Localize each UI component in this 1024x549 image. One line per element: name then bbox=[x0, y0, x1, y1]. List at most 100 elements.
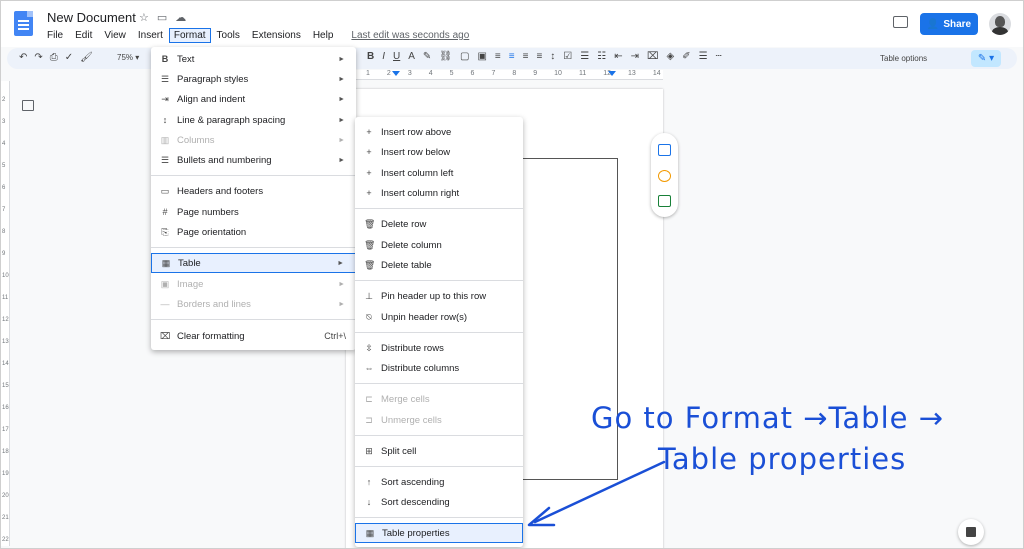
unmerge-cells-icon: ⊐ bbox=[365, 414, 373, 425]
format-menu-item-line-spacing[interactable]: ↕ Line & paragraph spacing ► bbox=[151, 110, 356, 130]
table-menu-item-delete-row[interactable]: 🗑 Delete row bbox=[355, 214, 523, 234]
add-comment-icon[interactable] bbox=[658, 144, 671, 156]
document-outline-icon[interactable] bbox=[22, 100, 34, 111]
justify-icon[interactable]: ≡ bbox=[536, 51, 542, 62]
menu-extensions[interactable]: Extensions bbox=[246, 28, 307, 43]
insert-image-icon[interactable]: ▣ bbox=[477, 51, 486, 62]
format-menu-item-bullets[interactable]: ☰ Bullets and numbering ► bbox=[151, 150, 356, 170]
table-menu-item-distribute-rows[interactable]: ⇳ Distribute rows bbox=[355, 338, 523, 358]
underline-icon[interactable]: U bbox=[393, 51, 400, 62]
menu-view[interactable]: View bbox=[98, 28, 132, 43]
zoom-select[interactable]: 75% ▾ bbox=[117, 53, 139, 62]
ruler-num: 1 bbox=[366, 70, 370, 77]
print-icon[interactable]: ⎙ bbox=[50, 52, 58, 63]
table-menu-item-table-properties[interactable]: ▦ Table properties bbox=[355, 523, 523, 543]
paragraph-icon: ☰ bbox=[160, 73, 170, 84]
menu-edit[interactable]: Edit bbox=[69, 28, 98, 43]
checklist-icon[interactable]: ☑ bbox=[563, 51, 572, 62]
bulleted-list-icon[interactable]: ☰ bbox=[580, 51, 589, 62]
share-button[interactable]: 👤 Share bbox=[920, 13, 978, 35]
align-right-icon[interactable]: ≡ bbox=[523, 51, 529, 62]
annotation-line-1: Go to Format →Table → bbox=[591, 401, 944, 435]
menu-divider bbox=[151, 319, 356, 320]
table-menu-item-insert-row-above[interactable]: + Insert row above bbox=[355, 122, 523, 142]
format-menu-item-table[interactable]: ▦ Table ► bbox=[151, 253, 356, 273]
bold-icon[interactable]: B bbox=[367, 51, 374, 62]
suggest-edits-icon[interactable] bbox=[658, 195, 671, 207]
table-menu-item-sort-ascending[interactable]: ↑ Sort ascending bbox=[355, 472, 523, 492]
format-menu-item-align-indent[interactable]: ⇥ Align and indent ► bbox=[151, 89, 356, 109]
vruler-num: 5 bbox=[2, 163, 6, 169]
menu-insert[interactable]: Insert bbox=[132, 28, 169, 43]
undo-icon[interactable]: ↶ bbox=[19, 52, 27, 63]
move-folder-icon[interactable]: ▭ bbox=[157, 11, 167, 24]
trash-icon: 🗑 bbox=[364, 259, 376, 270]
submenu-arrow-icon: ► bbox=[338, 55, 345, 63]
emoji-reaction-icon[interactable] bbox=[658, 170, 671, 182]
border-color-icon[interactable]: ✐ bbox=[682, 51, 690, 62]
align-center-icon[interactable]: ≡ bbox=[509, 51, 515, 62]
link-icon[interactable]: ⛓ bbox=[439, 51, 452, 62]
submenu-arrow-icon: ► bbox=[338, 95, 345, 103]
format-menu-item-page-orientation[interactable]: ⎘ Page orientation bbox=[151, 222, 356, 242]
indent-marker-left[interactable] bbox=[392, 71, 400, 76]
menu-divider bbox=[355, 332, 523, 333]
border-width-icon[interactable]: ☰ bbox=[699, 51, 708, 62]
menu-item-label: Insert column left bbox=[381, 167, 454, 179]
header: New Document ☆ ▭ ☁ File Edit View Insert… bbox=[1, 1, 1023, 47]
star-icon[interactable]: ☆ bbox=[139, 11, 149, 24]
text-color-icon[interactable]: A bbox=[408, 51, 415, 62]
vruler-num: 19 bbox=[2, 471, 9, 477]
vruler-num: 16 bbox=[2, 405, 9, 411]
increase-indent-icon[interactable]: ⇥ bbox=[631, 51, 639, 62]
highlight-icon[interactable]: ✎ bbox=[423, 51, 431, 62]
menu-tools[interactable]: Tools bbox=[211, 28, 246, 43]
spellcheck-icon[interactable]: ✓ bbox=[65, 52, 73, 63]
italic-icon[interactable]: I bbox=[382, 51, 385, 62]
submenu-arrow-icon: ► bbox=[338, 116, 345, 124]
format-menu-item-headers-footers[interactable]: ▭ Headers and footers bbox=[151, 181, 356, 201]
title-icons: ☆ ▭ ☁ bbox=[139, 11, 186, 24]
table-menu-item-delete-table[interactable]: 🗑 Delete table bbox=[355, 255, 523, 275]
table-menu-item-pin-header[interactable]: ⊥ Pin header up to this row bbox=[355, 286, 523, 306]
last-edit-link[interactable]: Last edit was seconds ago bbox=[345, 28, 475, 43]
paint-format-icon[interactable]: 🖌 bbox=[80, 52, 93, 63]
trash-icon: 🗑 bbox=[364, 239, 376, 250]
table-menu-item-insert-column-right[interactable]: + Insert column right bbox=[355, 183, 523, 203]
table-menu-item-unpin-header[interactable]: ⍉ Unpin header row(s) bbox=[355, 307, 523, 327]
table-menu-item-delete-column[interactable]: 🗑 Delete column bbox=[355, 235, 523, 255]
table-menu-item-insert-row-below[interactable]: + Insert row below bbox=[355, 142, 523, 162]
align-left-icon[interactable]: ≡ bbox=[495, 51, 501, 62]
format-menu-item-text[interactable]: B Text ► bbox=[151, 49, 356, 69]
table-menu-item-split-cell[interactable]: ⊞ Split cell bbox=[355, 441, 523, 461]
explore-button[interactable] bbox=[958, 519, 984, 545]
format-menu-item-paragraph-styles[interactable]: ☰ Paragraph styles ► bbox=[151, 69, 356, 89]
clear-formatting-icon[interactable]: ⌧ bbox=[647, 51, 659, 62]
document-title[interactable]: New Document bbox=[47, 10, 136, 25]
table-menu-item-sort-descending[interactable]: ↓ Sort descending bbox=[355, 492, 523, 512]
indent-marker-right[interactable] bbox=[608, 71, 616, 76]
add-comment-icon[interactable]: ▢ bbox=[460, 51, 469, 62]
redo-icon[interactable]: ↷ bbox=[34, 52, 42, 63]
fill-color-icon[interactable]: ◈ bbox=[667, 51, 675, 62]
format-menu-item-page-numbers[interactable]: # Page numbers bbox=[151, 202, 356, 222]
table-menu-item-insert-column-left[interactable]: + Insert column left bbox=[355, 163, 523, 183]
menu-help[interactable]: Help bbox=[307, 28, 340, 43]
line-spacing-icon[interactable]: ↕ bbox=[550, 51, 555, 62]
avatar[interactable] bbox=[989, 13, 1011, 35]
table-menu-item-distribute-columns[interactable]: ⇔ Distribute columns bbox=[355, 358, 523, 378]
numbered-list-icon[interactable]: ☷ bbox=[597, 51, 606, 62]
menu-file[interactable]: File bbox=[41, 28, 69, 43]
docs-logo-icon[interactable] bbox=[14, 11, 33, 36]
cloud-saved-icon[interactable]: ☁ bbox=[175, 11, 186, 24]
editing-mode-icon[interactable]: ✎ ▾ bbox=[971, 50, 1001, 67]
menu-item-label: Line & paragraph spacing bbox=[177, 114, 286, 126]
app-window: New Document ☆ ▭ ☁ File Edit View Insert… bbox=[0, 0, 1024, 549]
table-options-button[interactable]: Table options bbox=[880, 54, 927, 63]
decrease-indent-icon[interactable]: ⇤ bbox=[614, 51, 622, 62]
border-dash-icon[interactable]: ┄ bbox=[716, 51, 722, 62]
comment-history-icon[interactable] bbox=[893, 16, 908, 28]
floating-side-panel bbox=[651, 133, 678, 217]
menu-format[interactable]: Format bbox=[168, 28, 211, 43]
format-menu-item-clear-formatting[interactable]: ⌧ Clear formatting Ctrl+\ bbox=[151, 326, 356, 346]
